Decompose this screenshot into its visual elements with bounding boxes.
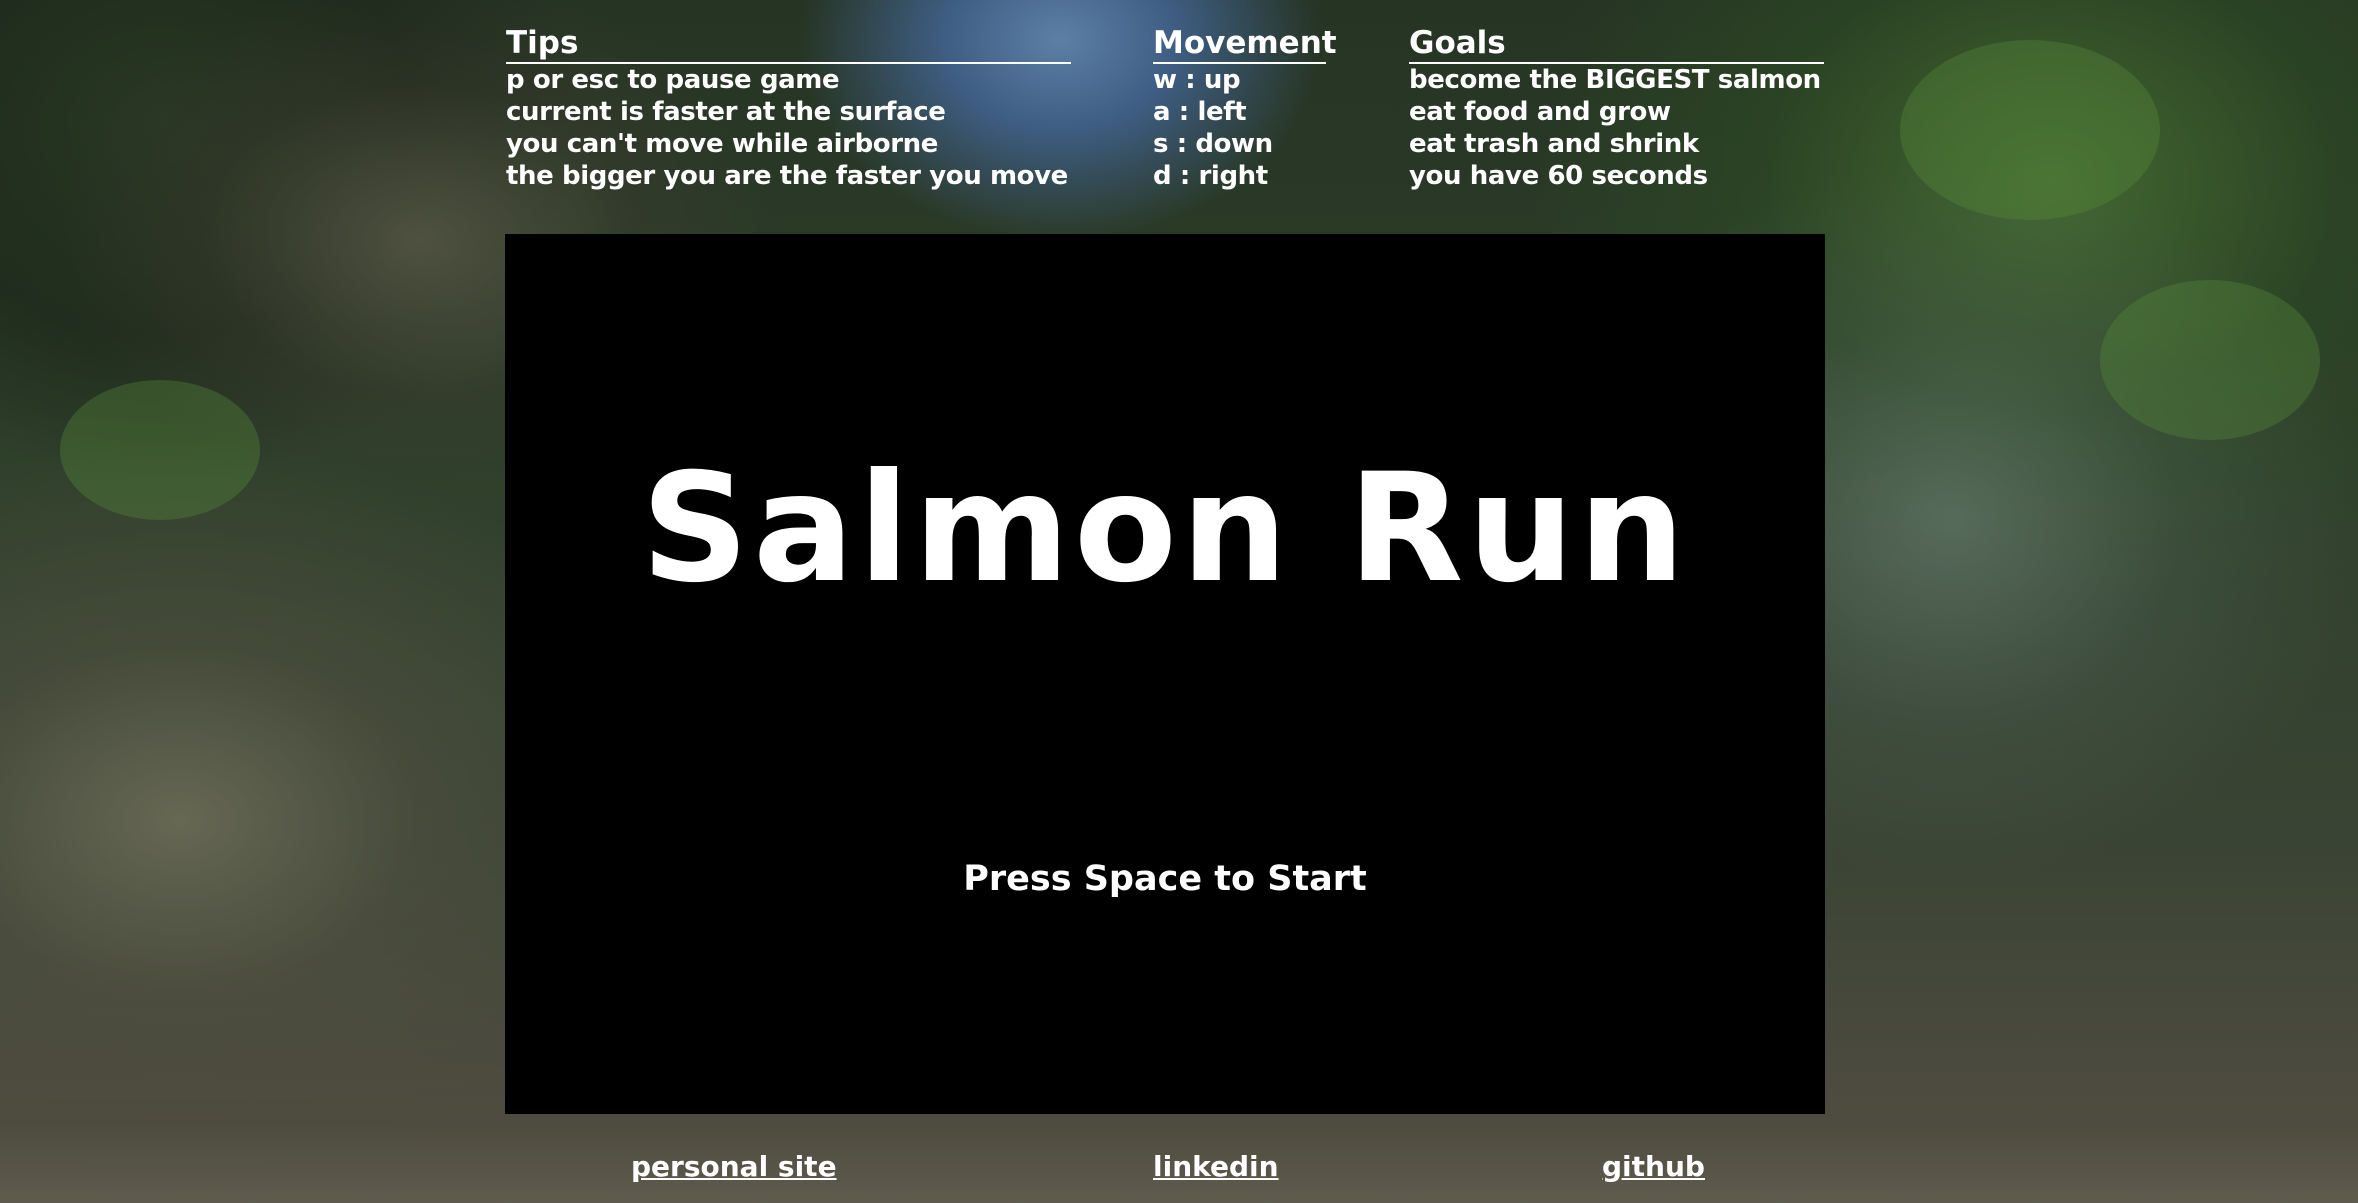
goal-item: become the BIGGEST salmon: [1409, 65, 1821, 95]
goals-section: Goals become the BIGGEST salmon eat food…: [1409, 24, 1824, 192]
movement-item: w : up: [1153, 65, 1241, 95]
movement-item: s : down: [1153, 129, 1273, 159]
tip-item: the bigger you are the faster you move: [506, 161, 1068, 191]
movement-item: a : left: [1153, 97, 1247, 127]
github-link[interactable]: github: [1602, 1150, 1705, 1184]
game-title: Salmon Run: [640, 442, 1690, 616]
personal-site-link[interactable]: personal site: [631, 1150, 837, 1184]
tip-item: p or esc to pause game: [506, 65, 840, 95]
tip-item: you can't move while airborne: [506, 129, 939, 159]
goal-item: eat food and grow: [1409, 97, 1671, 127]
movement-list: w : up a : left s : down d : right: [1153, 64, 1326, 192]
start-prompt: Press Space to Start: [963, 859, 1367, 899]
goal-item: eat trash and shrink: [1409, 129, 1699, 159]
foliage-decoration: [2100, 280, 2320, 440]
goals-heading: Goals: [1409, 24, 1824, 64]
foliage-decoration: [60, 380, 260, 520]
tip-item: current is faster at the surface: [506, 97, 946, 127]
tips-section: Tips p or esc to pause game current is f…: [506, 24, 1071, 192]
movement-section: Movement w : up a : left s : down d : ri…: [1153, 24, 1337, 192]
goals-list: become the BIGGEST salmon eat food and g…: [1409, 64, 1824, 192]
instructions-panel: Tips p or esc to pause game current is f…: [0, 24, 2358, 194]
goal-item: you have 60 seconds: [1409, 161, 1708, 191]
movement-heading: Movement: [1153, 24, 1337, 64]
tips-list: p or esc to pause game current is faster…: [506, 64, 1071, 192]
linkedin-link[interactable]: linkedin: [1153, 1150, 1279, 1184]
tips-heading: Tips: [506, 24, 1071, 64]
game-canvas[interactable]: Salmon Run Press Space to Start: [505, 234, 1825, 1114]
movement-item: d : right: [1153, 161, 1268, 191]
